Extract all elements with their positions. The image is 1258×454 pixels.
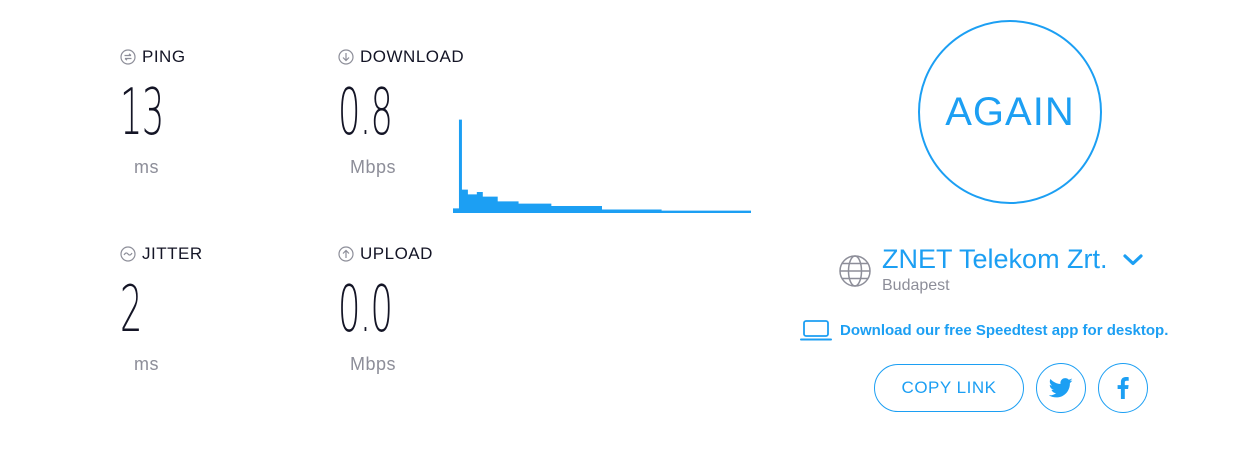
twitter-share-button[interactable]: [1036, 363, 1086, 413]
share-row: COPY LINK: [874, 363, 1148, 413]
server-info: ZNET Telekom Zrt. Budapest: [882, 244, 1144, 295]
upload-unit: Mbps: [350, 354, 397, 374]
download-icon: [338, 49, 354, 65]
upload-value: 0.0: [338, 273, 393, 347]
desktop-app-link-text[interactable]: Download our free Speedtest app for desk…: [840, 322, 1168, 339]
jitter-icon: [120, 246, 136, 262]
desktop-app-link[interactable]: Download our free Speedtest app for desk…: [800, 319, 1168, 341]
ping-label-row: PING: [120, 47, 199, 67]
download-metric: DOWNLOAD 0.8 Mbps: [338, 47, 464, 178]
upload-metric: UPLOAD 0.0 Mbps: [338, 244, 437, 375]
jitter-value: 2: [120, 273, 142, 347]
ping-label: PING: [142, 47, 186, 66]
ping-icon: [120, 49, 136, 65]
again-button[interactable]: AGAIN: [918, 20, 1102, 204]
jitter-unit: ms: [134, 354, 159, 374]
isp-row: ZNET Telekom Zrt.: [882, 244, 1144, 275]
facebook-icon: [1117, 377, 1129, 399]
chevron-down-icon[interactable]: [1122, 253, 1144, 267]
laptop-icon: [800, 320, 832, 341]
download-label-row: DOWNLOAD: [338, 47, 464, 67]
isp-name[interactable]: ZNET Telekom Zrt.: [882, 244, 1108, 275]
server-selector[interactable]: ZNET Telekom Zrt. Budapest: [838, 244, 1144, 295]
download-speed-graph: [452, 119, 752, 213]
twitter-icon: [1049, 378, 1073, 398]
jitter-label-row: JITTER: [120, 244, 203, 264]
ping-unit: ms: [134, 157, 159, 177]
jitter-metric: JITTER 2 ms: [120, 244, 203, 375]
upload-label-row: UPLOAD: [338, 244, 437, 264]
facebook-share-button[interactable]: [1098, 363, 1148, 413]
download-series-area: [453, 119, 751, 213]
download-value: 0.8: [338, 76, 393, 150]
ping-value: 13: [120, 76, 164, 150]
globe-icon: [839, 255, 871, 287]
download-unit: Mbps: [350, 157, 397, 177]
ping-metric: PING 13 ms: [120, 47, 199, 178]
copy-link-button[interactable]: COPY LINK: [874, 364, 1024, 412]
jitter-label: JITTER: [142, 244, 203, 263]
upload-icon: [338, 246, 354, 262]
upload-label: UPLOAD: [360, 244, 433, 263]
download-label: DOWNLOAD: [360, 47, 465, 66]
server-location: Budapest: [882, 277, 950, 294]
